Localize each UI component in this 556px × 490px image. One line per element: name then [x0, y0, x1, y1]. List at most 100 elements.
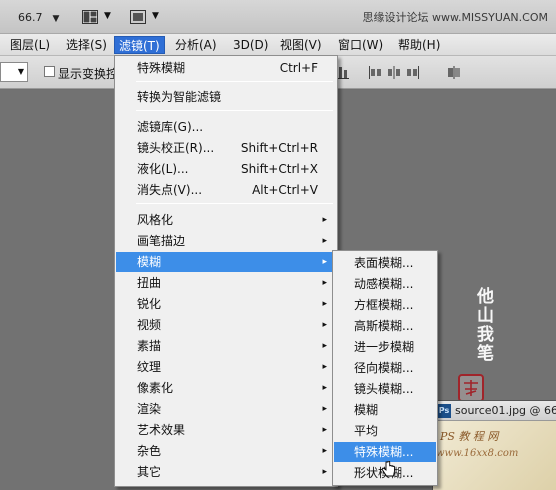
application-bar: 66.7 ▼ ▼ ▼ 思缘设计论坛 www.MISSYUAN.COM: [0, 0, 556, 34]
menu-item-label: 镜头校正(R)...: [137, 141, 215, 155]
menu-item-distort[interactable]: 扭曲 ▸: [116, 273, 336, 293]
menu-item-stylize[interactable]: 风格化 ▸: [116, 210, 336, 230]
menu-item-artistic[interactable]: 艺术效果 ▸: [116, 420, 336, 440]
auto-align-icon[interactable]: [446, 65, 462, 80]
site-watermark-logo: PS 教 程 网: [440, 430, 499, 443]
menu-item-label: 模糊: [137, 255, 162, 269]
document-title[interactable]: source01.jpg @ 66: [433, 401, 556, 421]
menu-item-label: 视频: [137, 318, 162, 332]
menu-item-vanishing-point[interactable]: 消失点(V)... Alt+Ctrl+V: [116, 180, 336, 200]
submenu-arrow-icon: ▸: [322, 215, 327, 225]
document-window[interactable]: Ps source01.jpg @ 66: [432, 400, 556, 490]
menu-item-render[interactable]: 渲染 ▸: [116, 399, 336, 419]
arrange-documents-button[interactable]: ▼: [80, 8, 118, 28]
submenu-arrow-icon: ▸: [322, 467, 327, 477]
chevron-down-icon: ▼: [17, 67, 24, 76]
menu-item-radial-blur[interactable]: 径向模糊...: [334, 358, 436, 378]
menu-item-last-filter[interactable]: 特殊模糊 Ctrl+F: [116, 58, 336, 78]
menu-separator: [136, 203, 333, 204]
menu-item-motion-blur[interactable]: 动感模糊...: [334, 274, 436, 294]
show-transform-checkbox[interactable]: [44, 66, 55, 77]
screen-mode-button[interactable]: ▼: [128, 8, 166, 28]
menu-item-blur-simple[interactable]: 模糊: [334, 400, 436, 420]
menu-item-shortcut: Shift+Ctrl+R: [240, 141, 318, 155]
photoshop-icon: Ps: [437, 404, 451, 418]
menu-item-smart-blur[interactable]: 特殊模糊...: [334, 442, 436, 462]
menu-item-shortcut: Ctrl+F: [279, 61, 318, 75]
menu-layer[interactable]: 图层(L): [6, 36, 54, 54]
menu-item-other[interactable]: 其它 ▸: [116, 462, 336, 482]
menu-item-blur-more[interactable]: 进一步模糊: [334, 337, 436, 357]
zoom-level-value: 66.7: [18, 11, 43, 24]
menu-item-label: 其它: [137, 465, 162, 479]
zoom-level-dropdown[interactable]: 66.7 ▼: [18, 9, 59, 27]
screen-mode-icon: [130, 10, 146, 24]
distribute-right-icon[interactable]: [404, 65, 420, 80]
menu-window[interactable]: 窗口(W): [334, 36, 387, 54]
menu-item-label: 特殊模糊: [137, 61, 186, 75]
filter-menu: 特殊模糊 Ctrl+F 转换为智能滤镜 滤镜库(G)... 镜头校正(R)...…: [114, 55, 338, 487]
menu-item-label: 纹理: [137, 360, 162, 374]
menu-separator: [136, 110, 333, 111]
menu-filter[interactable]: 滤镜(T): [114, 36, 165, 54]
menu-item-sharpen[interactable]: 锐化 ▸: [116, 294, 336, 314]
submenu-arrow-icon: ▸: [322, 341, 327, 351]
menu-separator: [136, 81, 333, 82]
chevron-down-icon: ▼: [52, 14, 60, 24]
menu-item-shortcut: Alt+Ctrl+V: [252, 183, 318, 197]
menu-3d[interactable]: 3D(D): [229, 36, 272, 54]
hand-pointer-icon: [381, 461, 395, 477]
submenu-arrow-icon: ▸: [322, 236, 327, 246]
menu-item-lens-blur[interactable]: 镜头模糊...: [334, 379, 436, 399]
menu-item-sketch[interactable]: 素描 ▸: [116, 336, 336, 356]
distribute-center-icon[interactable]: [386, 65, 402, 80]
distribute-left-icon[interactable]: [368, 65, 384, 80]
submenu-arrow-icon: ▸: [322, 320, 327, 330]
submenu-arrow-icon: ▸: [322, 257, 327, 267]
menu-item-noise[interactable]: 杂色 ▸: [116, 441, 336, 461]
submenu-arrow-icon: ▸: [322, 404, 327, 414]
menu-item-texture[interactable]: 纹理 ▸: [116, 357, 336, 377]
menu-item-box-blur[interactable]: 方框模糊...: [334, 295, 436, 315]
menu-item-video[interactable]: 视频 ▸: [116, 315, 336, 335]
menu-item-gaussian-blur[interactable]: 高斯模糊...: [334, 316, 436, 336]
chevron-down-icon: ▼: [152, 11, 159, 21]
menu-item-label: 艺术效果: [137, 423, 186, 437]
menu-item-surface-blur[interactable]: 表面模糊...: [334, 253, 436, 273]
menu-item-label: 滤镜库(G)...: [137, 120, 204, 134]
menu-help[interactable]: 帮助(H): [394, 36, 444, 54]
menu-item-label: 画笔描边: [137, 234, 186, 248]
menu-item-label: 转换为智能滤镜: [137, 90, 222, 104]
menu-item-convert-smart-filter[interactable]: 转换为智能滤镜: [116, 87, 336, 107]
site-watermark-url: www.16xx8.com: [436, 448, 519, 459]
menu-item-shortcut: Shift+Ctrl+X: [241, 162, 318, 176]
seal-icon: [464, 380, 478, 396]
menu-item-label: 扭曲: [137, 276, 162, 290]
menu-analysis[interactable]: 分析(A): [171, 36, 221, 54]
menu-item-label: 杂色: [137, 444, 162, 458]
menu-item-lens-correction[interactable]: 镜头校正(R)... Shift+Ctrl+R: [116, 138, 336, 158]
show-transform-label: 显示变换控: [58, 67, 119, 81]
menu-item-liquify[interactable]: 液化(L)... Shift+Ctrl+X: [116, 159, 336, 179]
site-watermark: 思缘设计论坛 www.MISSYUAN.COM: [362, 11, 548, 24]
seal-stamp: [458, 374, 484, 402]
menu-item-average[interactable]: 平均: [334, 421, 436, 441]
chevron-down-icon: ▼: [104, 11, 111, 21]
menu-item-label: 锐化: [137, 297, 162, 311]
menu-item-filter-gallery[interactable]: 滤镜库(G)...: [116, 117, 336, 137]
menu-item-label: 渲染: [137, 402, 162, 416]
menu-item-brush-strokes[interactable]: 画笔描边 ▸: [116, 231, 336, 251]
menu-view[interactable]: 视图(V): [276, 36, 326, 54]
menu-item-label: 液化(L)...: [137, 162, 189, 176]
submenu-arrow-icon: ▸: [322, 383, 327, 393]
align-icon[interactable]: [338, 65, 354, 80]
tool-preset-dropdown[interactable]: ▼: [0, 62, 28, 82]
calligraphy-watermark: 他山我笔: [473, 287, 493, 363]
menu-item-label: 消失点(V)...: [137, 183, 203, 197]
menu-item-label: 素描: [137, 339, 162, 353]
submenu-arrow-icon: ▸: [322, 425, 327, 435]
submenu-arrow-icon: ▸: [322, 362, 327, 372]
menu-item-blur[interactable]: 模糊 ▸: [116, 252, 336, 272]
menu-select[interactable]: 选择(S): [62, 36, 111, 54]
menu-item-pixelate[interactable]: 像素化 ▸: [116, 378, 336, 398]
